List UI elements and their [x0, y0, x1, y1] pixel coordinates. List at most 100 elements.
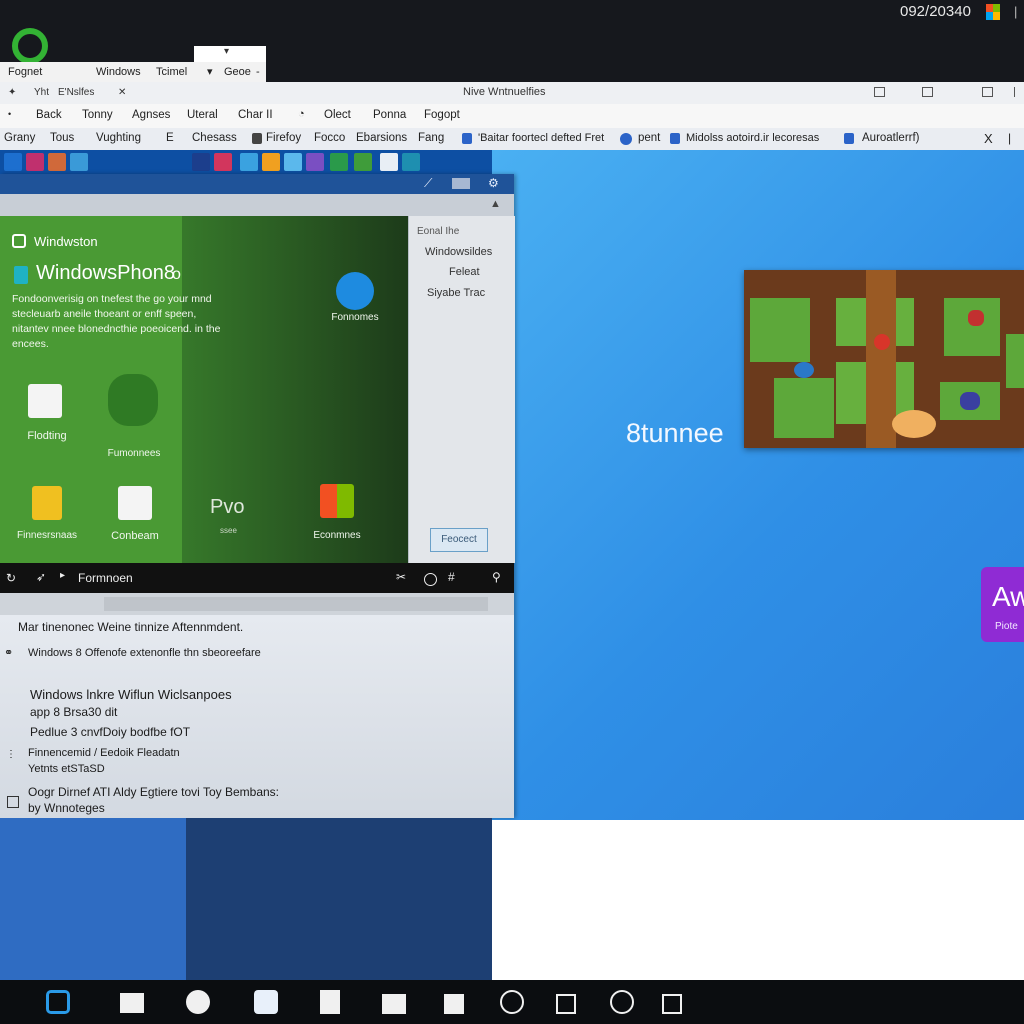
thumbnail-icon[interactable] — [306, 153, 324, 171]
bookmark-item[interactable]: Midolss aotoird.ir lecoresas — [686, 132, 819, 144]
person-icon[interactable] — [336, 272, 374, 310]
checkbox-icon[interactable] — [7, 796, 19, 808]
bookmark-favicon-icon — [844, 133, 854, 144]
window-icon[interactable] — [662, 994, 682, 1014]
purple-app-tile[interactable]: Aw Piote — [981, 567, 1024, 642]
thumbnail-icon[interactable] — [192, 153, 210, 171]
phone-icon[interactable] — [610, 990, 634, 1014]
document-icon[interactable] — [118, 486, 152, 520]
thumbnail-icon[interactable] — [48, 153, 66, 171]
side-item[interactable]: Windowsildes — [425, 246, 492, 258]
title-nav-item[interactable]: E'Nslfes — [58, 87, 94, 98]
bookmark-item[interactable]: pent — [638, 132, 660, 144]
details-line: Oogr Dirnef ATI Aldy Egtiere tovi Toy Be… — [28, 785, 280, 799]
store-icon[interactable] — [28, 384, 62, 418]
mini-menu-tab[interactable]: ▾ — [194, 46, 266, 62]
calendar-icon[interactable] — [444, 994, 464, 1014]
menu-item-agnses[interactable]: Agnses — [132, 109, 170, 121]
music-icon[interactable] — [500, 990, 524, 1014]
record-icon[interactable] — [424, 573, 437, 586]
side-item[interactable]: Siyabe Trac — [427, 287, 485, 299]
tools-icon[interactable]: ✂ — [396, 570, 406, 584]
mini-menu-item-3[interactable]: Tcimel — [156, 66, 187, 78]
title-nav-item[interactable]: Yht — [34, 87, 49, 98]
clock-small-icon[interactable]: ◔ — [298, 108, 305, 120]
menu-item-chart[interactable]: Char II — [238, 109, 273, 121]
thumbnail-icon[interactable] — [402, 153, 420, 171]
maximize-icon[interactable] — [982, 87, 993, 97]
game-screenshot-tile[interactable] — [744, 270, 1024, 448]
arrow-icon[interactable]: ⟋ — [424, 176, 432, 191]
minimize-icon[interactable] — [452, 178, 470, 189]
minimize-icon[interactable] — [874, 87, 885, 97]
side-action-button[interactable]: Feocect — [430, 528, 488, 552]
link-icon[interactable]: ⚭ — [4, 646, 13, 659]
close-icon[interactable]: ✕ — [118, 87, 126, 98]
thumbnail-icon[interactable] — [354, 153, 372, 171]
thumbnail-icon[interactable] — [262, 153, 280, 171]
sparkle-icon[interactable]: ✦ — [8, 87, 16, 98]
bookmark-glyph-icon: E — [166, 132, 174, 144]
mini-menu-item-1[interactable]: Fognet — [8, 66, 42, 78]
settings-icon[interactable] — [556, 994, 576, 1014]
bookmark-item[interactable]: Tous — [50, 132, 74, 144]
thumbnail-icon[interactable] — [380, 153, 398, 171]
chevron-right-icon[interactable]: ▸ — [60, 570, 65, 581]
mini-menu-item-4[interactable]: Geoe — [224, 66, 251, 78]
chat-icon[interactable] — [186, 990, 210, 1014]
mini-menu-item-2[interactable]: Windows — [96, 66, 141, 78]
side-item[interactable]: Eonal Ihe — [417, 226, 459, 237]
close-tab-icon[interactable]: X — [984, 131, 993, 146]
microsoft-logo-icon[interactable] — [320, 484, 354, 518]
bookmark-item[interactable]: Firefoy — [266, 132, 301, 144]
bookmark-item[interactable]: Ebarsions — [356, 132, 407, 144]
folder-icon[interactable] — [120, 993, 144, 1013]
refresh-icon[interactable]: ↻ — [6, 571, 16, 585]
edge-icon[interactable] — [46, 990, 70, 1014]
menu-item-ponna[interactable]: Ponna — [373, 109, 406, 121]
bookmark-item[interactable]: Grany — [4, 132, 35, 144]
desktop-label: 8tunnee — [626, 418, 724, 448]
system-clock[interactable]: 092/20340 — [900, 3, 971, 20]
menu-item-back[interactable]: Back — [36, 109, 62, 121]
side-item[interactable]: Feleat — [449, 266, 480, 278]
chevron-down-icon[interactable]: ▾ — [207, 65, 213, 78]
settings-icon[interactable]: ⚙ — [488, 176, 499, 190]
bookmark-item[interactable]: 'Baitar foortecl defted Fret — [478, 132, 604, 144]
thumbnail-icon[interactable] — [284, 153, 302, 171]
thumbnail-icon[interactable] — [26, 153, 44, 171]
tile-sub-label: ssee — [220, 526, 237, 535]
bookmark-item[interactable]: Fang — [418, 132, 444, 144]
restore-icon[interactable] — [922, 87, 933, 97]
thumbnail-icon[interactable] — [240, 153, 258, 171]
menu-item-fogopt[interactable]: Fogopt — [424, 109, 460, 121]
scrollbar-thumb[interactable] — [104, 597, 488, 611]
grid-icon[interactable]: # — [448, 570, 455, 584]
bookmark-item[interactable]: Auroatlerrf) — [862, 132, 920, 144]
book-icon[interactable] — [320, 990, 340, 1014]
bookmark-item[interactable]: Focco — [314, 132, 345, 144]
windows-flag-icon[interactable] — [986, 4, 1000, 20]
thumbnail-icon[interactable] — [4, 153, 22, 171]
menu-item-tonny[interactable]: Tonny — [82, 109, 113, 121]
collapse-icon[interactable]: ▲ — [490, 198, 501, 210]
thumbnail-icon[interactable] — [70, 153, 88, 171]
bookmark-favicon-icon — [620, 133, 632, 145]
pin-icon[interactable]: ⚲ — [492, 570, 501, 584]
menu-item-olect[interactable]: Olect — [324, 109, 351, 121]
share-icon[interactable]: ➶ — [36, 570, 46, 584]
clover-icon[interactable] — [108, 374, 158, 426]
thumbnail-icon[interactable] — [214, 153, 232, 171]
menu-item-uteral[interactable]: Uteral — [187, 109, 218, 121]
bookmark-item[interactable]: Vughting — [96, 132, 141, 144]
ring-logo-icon[interactable] — [12, 28, 48, 64]
thumbnail-icon[interactable] — [330, 153, 348, 171]
folder-icon[interactable] — [32, 486, 62, 520]
tile-label: Flodting — [27, 430, 67, 442]
briefcase-icon[interactable] — [382, 994, 406, 1014]
app-heading: WindowsPhon8 — [36, 262, 175, 284]
details-line[interactable]: Windows 8 Offenofe extenonfle thn sbeore… — [28, 647, 261, 659]
info-icon: ⋮ — [6, 749, 16, 760]
bookmark-item[interactable]: Chesass — [192, 132, 237, 144]
store-icon[interactable] — [254, 990, 278, 1014]
